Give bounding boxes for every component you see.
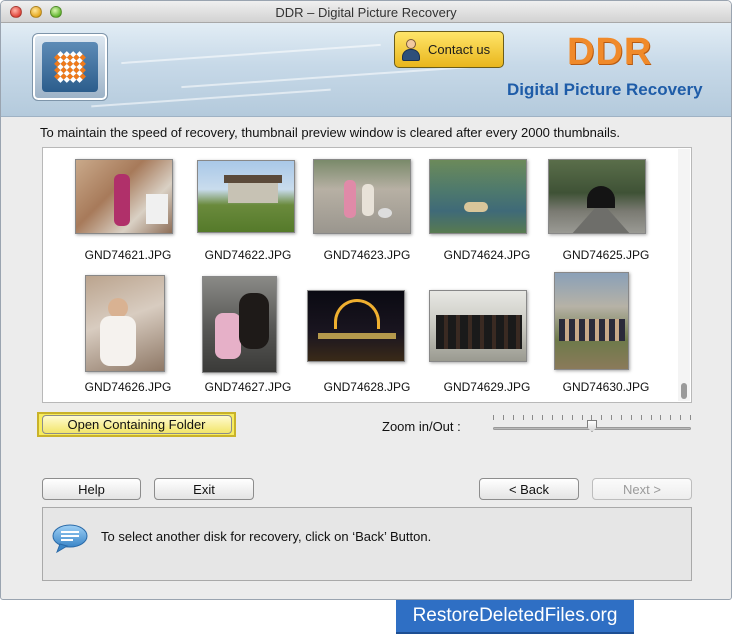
zoom-slider-tick [591,415,593,420]
zoom-slider-tick [689,415,691,420]
zoom-slider[interactable] [493,415,691,435]
thumbnail-filename: GND74624.JPG [443,248,531,262]
thumbnail-filename: GND74625.JPG [562,248,650,262]
zoom-slider-knob[interactable] [587,420,597,432]
zoom-slider-tick [640,415,642,420]
recovery-notice: To maintain the speed of recovery, thumb… [40,125,621,140]
thumbnail-filename: GND74630.JPG [562,380,650,394]
speech-bubble-icon [52,524,88,553]
thumbnail-filename: GND74623.JPG [323,248,411,262]
thumbnail-item[interactable]: GND74628.JPG [307,272,427,394]
thumbnail-preview-panel: GND74621.JPG GND74622.JPG GND74623.JPG G… [42,147,692,403]
zoom-slider-tick [670,415,672,420]
zoom-slider-tick [620,415,622,420]
window-title: DDR – Digital Picture Recovery [275,5,457,20]
thumbnail-item[interactable]: GND74626.JPG [68,272,188,394]
app-header: Contact us DDR Digital Picture Recovery [1,23,731,117]
thumbnail-image [429,159,527,234]
zoom-slider-tick [561,415,563,420]
status-message: To select another disk for recovery, cli… [101,529,432,544]
zoom-slider-tick [493,415,494,420]
thumbnail-image [548,159,646,234]
thumbnail-item[interactable]: GND74621.JPG [68,156,188,271]
zoom-slider-tick [522,415,524,420]
person-icon [401,38,421,61]
zoom-slider-tick [512,415,514,420]
thumbnail-filename: GND74622.JPG [204,248,292,262]
zoom-slider-tick [630,415,632,420]
brand-logo-text: DDR [567,31,653,73]
contact-us-label: Contact us [428,42,491,57]
next-button[interactable]: Next > [592,478,692,500]
help-button[interactable]: Help [42,478,141,500]
contact-us-button[interactable]: Contact us [394,31,504,68]
zoom-slider-tick [581,415,583,420]
thumbnail-item[interactable]: GND74629.JPG [427,272,547,394]
thumbnail-item[interactable]: GND74630.JPG [546,272,666,394]
zoom-slider-tick [611,415,613,420]
back-button[interactable]: < Back [479,478,579,500]
thumbnail-image [307,290,405,362]
thumbnail-image [429,290,527,362]
thumbnail-image [85,275,165,372]
zoom-slider-tick [542,415,544,420]
thumbnail-item[interactable]: GND74625.JPG [546,156,666,271]
thumbnail-image [554,272,629,370]
thumbnail-image [75,159,173,234]
thumbnail-item[interactable]: GND74624.JPG [427,156,547,271]
thumbnail-item[interactable]: GND74623.JPG [307,156,427,271]
header-decoration [121,43,381,65]
status-panel: To select another disk for recovery, cli… [42,507,692,581]
zoom-slider-tick [571,415,573,420]
thumbnail-image [202,276,277,373]
thumbnail-filename: GND74627.JPG [204,380,292,394]
zoom-slider-tick [680,415,682,420]
header-decoration [91,88,331,108]
checker-logo-icon [45,42,96,93]
watermark-banner: RestoreDeletedFiles.org [396,600,634,634]
zoom-slider-tick [660,415,662,420]
thumbnail-filename: GND74628.JPG [323,380,411,394]
thumbnail-image [197,160,295,233]
brand-subtitle: Digital Picture Recovery [507,80,703,99]
zoom-slider-tick [532,415,534,420]
zoom-label: Zoom in/Out : [382,419,461,434]
exit-button[interactable]: Exit [154,478,254,500]
thumbnail-filename: GND74629.JPG [443,380,531,394]
thumbnail-item[interactable]: GND74627.JPG [188,272,308,394]
zoom-slider-tick [502,415,504,420]
thumbnail-filename: GND74621.JPG [84,248,172,262]
zoom-slider-tick [601,415,603,420]
scrollbar-thumb[interactable] [681,383,687,399]
thumbnail-filename: GND74626.JPG [84,380,172,394]
thumbnail-scrollbar[interactable] [678,149,690,401]
thumbnail-image [313,159,411,234]
open-containing-folder-button[interactable]: Open Containing Folder [41,415,232,434]
app-logo [32,33,108,101]
thumbnail-item[interactable]: GND74622.JPG [188,156,308,271]
zoom-slider-tick [650,415,652,420]
open-containing-folder-highlight: Open Containing Folder [37,412,236,437]
app-logo-icon [42,42,98,92]
app-window: DDR – Digital Picture Recovery Contact u… [0,0,732,600]
title-bar: DDR – Digital Picture Recovery [1,1,731,23]
zoom-slider-tick [552,415,554,420]
